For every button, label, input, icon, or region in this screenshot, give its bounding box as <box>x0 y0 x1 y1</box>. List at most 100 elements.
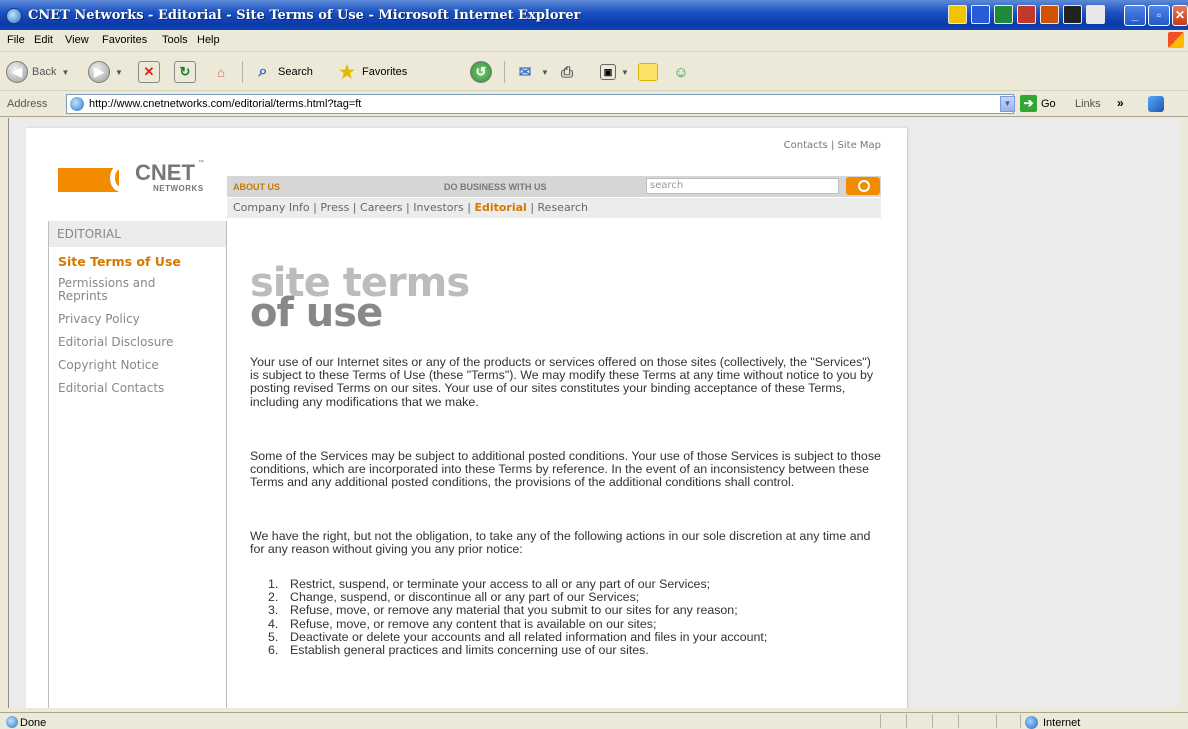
sidebar-item-site-terms[interactable]: Site Terms of Use <box>49 255 226 268</box>
main-nav: ABOUT US DO BUSINESS WITH US search <box>227 176 881 197</box>
subnav-item-investors[interactable]: Investors <box>413 201 464 214</box>
page-icon <box>70 97 84 111</box>
nav-do-business[interactable]: DO BUSINESS WITH US <box>444 182 547 192</box>
links-label[interactable]: Links <box>1075 98 1101 110</box>
address-label: Address <box>7 98 48 110</box>
contacts-link[interactable]: Contacts <box>784 140 828 151</box>
address-dropdown-icon[interactable]: ▼ <box>1000 96 1015 112</box>
address-url[interactable]: http://www.cnetnetworks.com/editorial/te… <box>89 98 361 110</box>
status-divider <box>996 714 997 728</box>
print-icon: ⎙ <box>560 63 573 81</box>
search-input[interactable]: search <box>646 178 839 194</box>
go-arrow-icon: ➔ <box>1020 95 1037 112</box>
sidebar-heading: EDITORIAL <box>49 221 226 247</box>
subnav-item-company-info[interactable]: Company Info <box>233 201 310 214</box>
messenger-button[interactable]: ☺ <box>670 59 692 85</box>
tray-icon[interactable] <box>948 5 967 24</box>
list-item: 4. Refuse, move, or remove any content th… <box>268 617 868 631</box>
sidebar-item-disclosure[interactable]: Editorial Disclosure <box>49 336 226 349</box>
tray-icon[interactable] <box>994 5 1013 24</box>
minimize-icon[interactable]: _ <box>1124 5 1146 26</box>
list-item-number: 3. <box>268 603 279 618</box>
refresh-icon: ↻ <box>174 61 196 83</box>
tray-icon[interactable] <box>1017 5 1036 24</box>
nav-about-us[interactable]: ABOUT US <box>233 182 280 192</box>
tray-icon[interactable] <box>1040 5 1059 24</box>
menu-tools[interactable]: Tools <box>162 34 188 46</box>
chevron-down-icon: ▼ <box>621 67 629 77</box>
stop-icon: ✕ <box>138 61 160 83</box>
toolbar-extension-icon[interactable] <box>1148 96 1164 112</box>
history-button[interactable]: ↺ <box>470 59 492 85</box>
browser-viewport[interactable]: Contacts | Site Map CNET ™ NETWORKS ABOU… <box>8 118 1180 708</box>
window-title: CNET Networks - Editorial - Site Terms o… <box>28 8 581 23</box>
title-bar: CNET Networks - Editorial - Site Terms o… <box>0 0 1188 30</box>
logo-swoosh-icon <box>110 164 132 192</box>
subnav-item-careers[interactable]: Careers <box>360 201 403 214</box>
refresh-button[interactable]: ↻ <box>174 59 196 85</box>
page-status-icon <box>6 716 18 728</box>
sidebar-item-privacy[interactable]: Privacy Policy <box>49 313 226 326</box>
forward-button[interactable]: ▶ ▼ <box>88 59 123 85</box>
actions-list: 1. Restrict, suspend, or terminate your a… <box>268 577 868 658</box>
logo-name: CNET <box>135 160 195 185</box>
edit-page-icon: ▣ <box>600 64 616 80</box>
back-button[interactable]: ◀ Back ▼ <box>6 59 69 85</box>
logo-tm: ™ <box>198 160 204 166</box>
print-button[interactable]: ⎙ <box>556 59 578 85</box>
maximize-icon[interactable]: ▫ <box>1148 5 1170 26</box>
subnav-separator: | <box>309 201 321 214</box>
stop-button[interactable]: ✕ <box>138 59 160 85</box>
discuss-button[interactable] <box>638 59 658 85</box>
page-container: Contacts | Site Map CNET ™ NETWORKS ABOU… <box>26 128 907 708</box>
mail-button[interactable]: ✉ ▼ <box>514 59 549 85</box>
chevron-down-icon: ▼ <box>115 67 123 77</box>
subnav-item-press[interactable]: Press <box>320 201 349 214</box>
tray-icon[interactable] <box>1086 5 1105 24</box>
subnav-item-editorial[interactable]: Editorial <box>474 201 526 214</box>
favorites-button[interactable]: ★ Favorites <box>336 59 407 85</box>
menu-view[interactable]: View <box>65 34 89 46</box>
status-divider <box>880 714 881 728</box>
paragraph-intro: Your use of our Internet sites or any of… <box>250 355 874 409</box>
favorites-label: Favorites <box>362 66 408 78</box>
sidebar-item-permissions[interactable]: Permissions and Reprints <box>49 277 199 303</box>
search-button[interactable] <box>846 177 880 195</box>
paragraph-conditions: Some of the Services may be subject to a… <box>250 449 881 490</box>
links-chevron-icon[interactable]: » <box>1117 96 1124 110</box>
menu-help[interactable]: Help <box>197 34 220 46</box>
tray-icon[interactable] <box>971 5 990 24</box>
subnav-separator: | <box>402 201 414 214</box>
menu-favorites[interactable]: Favorites <box>102 34 147 46</box>
toolbar-separator <box>242 61 243 83</box>
list-item: 6. Establish general practices and limits… <box>268 643 868 658</box>
search-button[interactable]: ⌕ Search <box>252 59 313 85</box>
note-icon <box>638 63 658 81</box>
sidebar-item-contacts[interactable]: Editorial Contacts <box>49 382 226 395</box>
site-map-link[interactable]: Site Map <box>838 140 881 151</box>
status-bar: Done Internet <box>0 712 1188 729</box>
subnav-separator: | <box>463 201 475 214</box>
toolbar: ◀ Back ▼ ▶ ▼ ✕ ↻ ⌂ ⌕ Search ★ Favorites … <box>0 53 1188 91</box>
address-bar: Address http://www.cnetnetworks.com/edit… <box>0 92 1188 117</box>
menu-edit[interactable]: Edit <box>34 34 53 46</box>
sidebar-item-copyright[interactable]: Copyright Notice <box>49 359 226 372</box>
cnet-logo[interactable]: CNET ™ NETWORKS <box>58 158 206 198</box>
go-button[interactable]: ➔ Go <box>1020 95 1056 112</box>
tray-icon[interactable] <box>1063 5 1082 24</box>
home-button[interactable]: ⌂ <box>210 59 232 85</box>
address-input[interactable]: http://www.cnetnetworks.com/editorial/te… <box>66 94 1014 114</box>
edit-button[interactable]: ▣ ▼ <box>600 59 629 85</box>
subnav-separator: | <box>349 201 361 214</box>
ie-icon[interactable] <box>6 8 22 24</box>
subnav-item-research[interactable]: Research <box>538 201 588 214</box>
logo-sub: NETWORKS <box>153 184 204 193</box>
scrollbar[interactable] <box>1180 118 1188 708</box>
list-item-number: 6. <box>268 643 279 658</box>
home-icon: ⌂ <box>217 64 225 80</box>
sub-nav: Company Info | Press | Careers | Investo… <box>227 198 881 218</box>
menu-file[interactable]: File <box>7 34 25 46</box>
list-item-text: Establish general practices and limits c… <box>290 643 649 658</box>
top-links-separator: | <box>830 140 835 151</box>
close-icon[interactable]: ✕ <box>1172 5 1188 26</box>
